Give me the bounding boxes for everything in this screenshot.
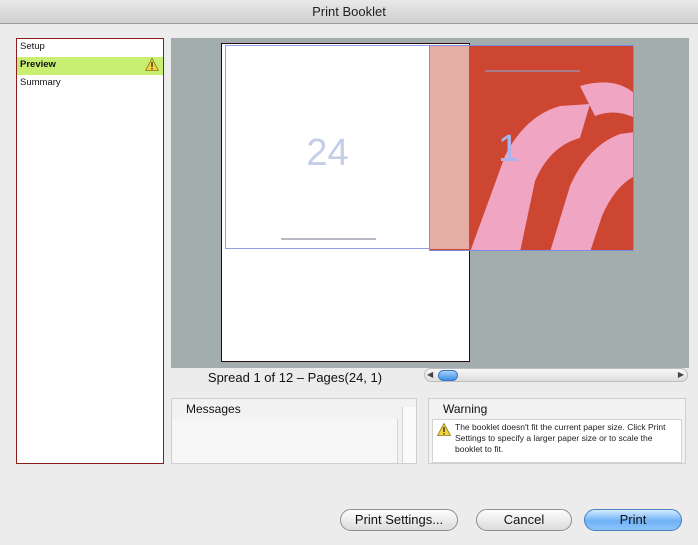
sidebar-item-label: Preview: [20, 59, 56, 70]
sidebar-nav: Setup Preview Summary: [16, 38, 164, 464]
warning-panel: Warning The booklet doesn't fit the curr…: [428, 398, 686, 464]
sidebar-item-label: Summary: [20, 77, 61, 88]
sidebar-item-preview[interactable]: Preview: [17, 57, 163, 75]
warning-text: The booklet doesn't fit the current pape…: [455, 422, 666, 454]
sidebar-item-summary[interactable]: Summary: [17, 75, 163, 93]
booklet-preview: 24 1: [171, 38, 689, 368]
warning-icon: [437, 423, 451, 436]
messages-title: Messages: [186, 402, 241, 416]
sidebar-item-label: Setup: [20, 41, 45, 52]
cancel-button[interactable]: Cancel: [476, 509, 572, 531]
scroll-left-arrow-icon[interactable]: ◀: [427, 370, 433, 379]
messages-scrollbar[interactable]: [402, 407, 416, 463]
left-page-rule: [281, 238, 376, 240]
left-page-number: 24: [306, 132, 349, 174]
window-title: Print Booklet: [0, 0, 698, 24]
spread-label: Spread 1 of 12 – Pages(24, 1): [207, 370, 383, 385]
page-left: 24: [225, 45, 430, 249]
warning-icon: [145, 58, 159, 71]
scroll-thumb[interactable]: [438, 370, 458, 381]
sidebar-item-setup[interactable]: Setup: [17, 39, 163, 57]
page-right-outline: [429, 45, 634, 251]
print-settings-button[interactable]: Print Settings...: [340, 509, 458, 531]
warning-body: The booklet doesn't fit the current pape…: [432, 419, 682, 463]
messages-panel: Messages: [171, 398, 417, 464]
messages-list: [172, 419, 398, 463]
spread-scrollbar[interactable]: ◀ ▶: [424, 368, 688, 382]
print-button[interactable]: Print: [584, 509, 682, 531]
scroll-right-arrow-icon[interactable]: ▶: [678, 370, 684, 379]
warning-title: Warning: [443, 402, 488, 416]
